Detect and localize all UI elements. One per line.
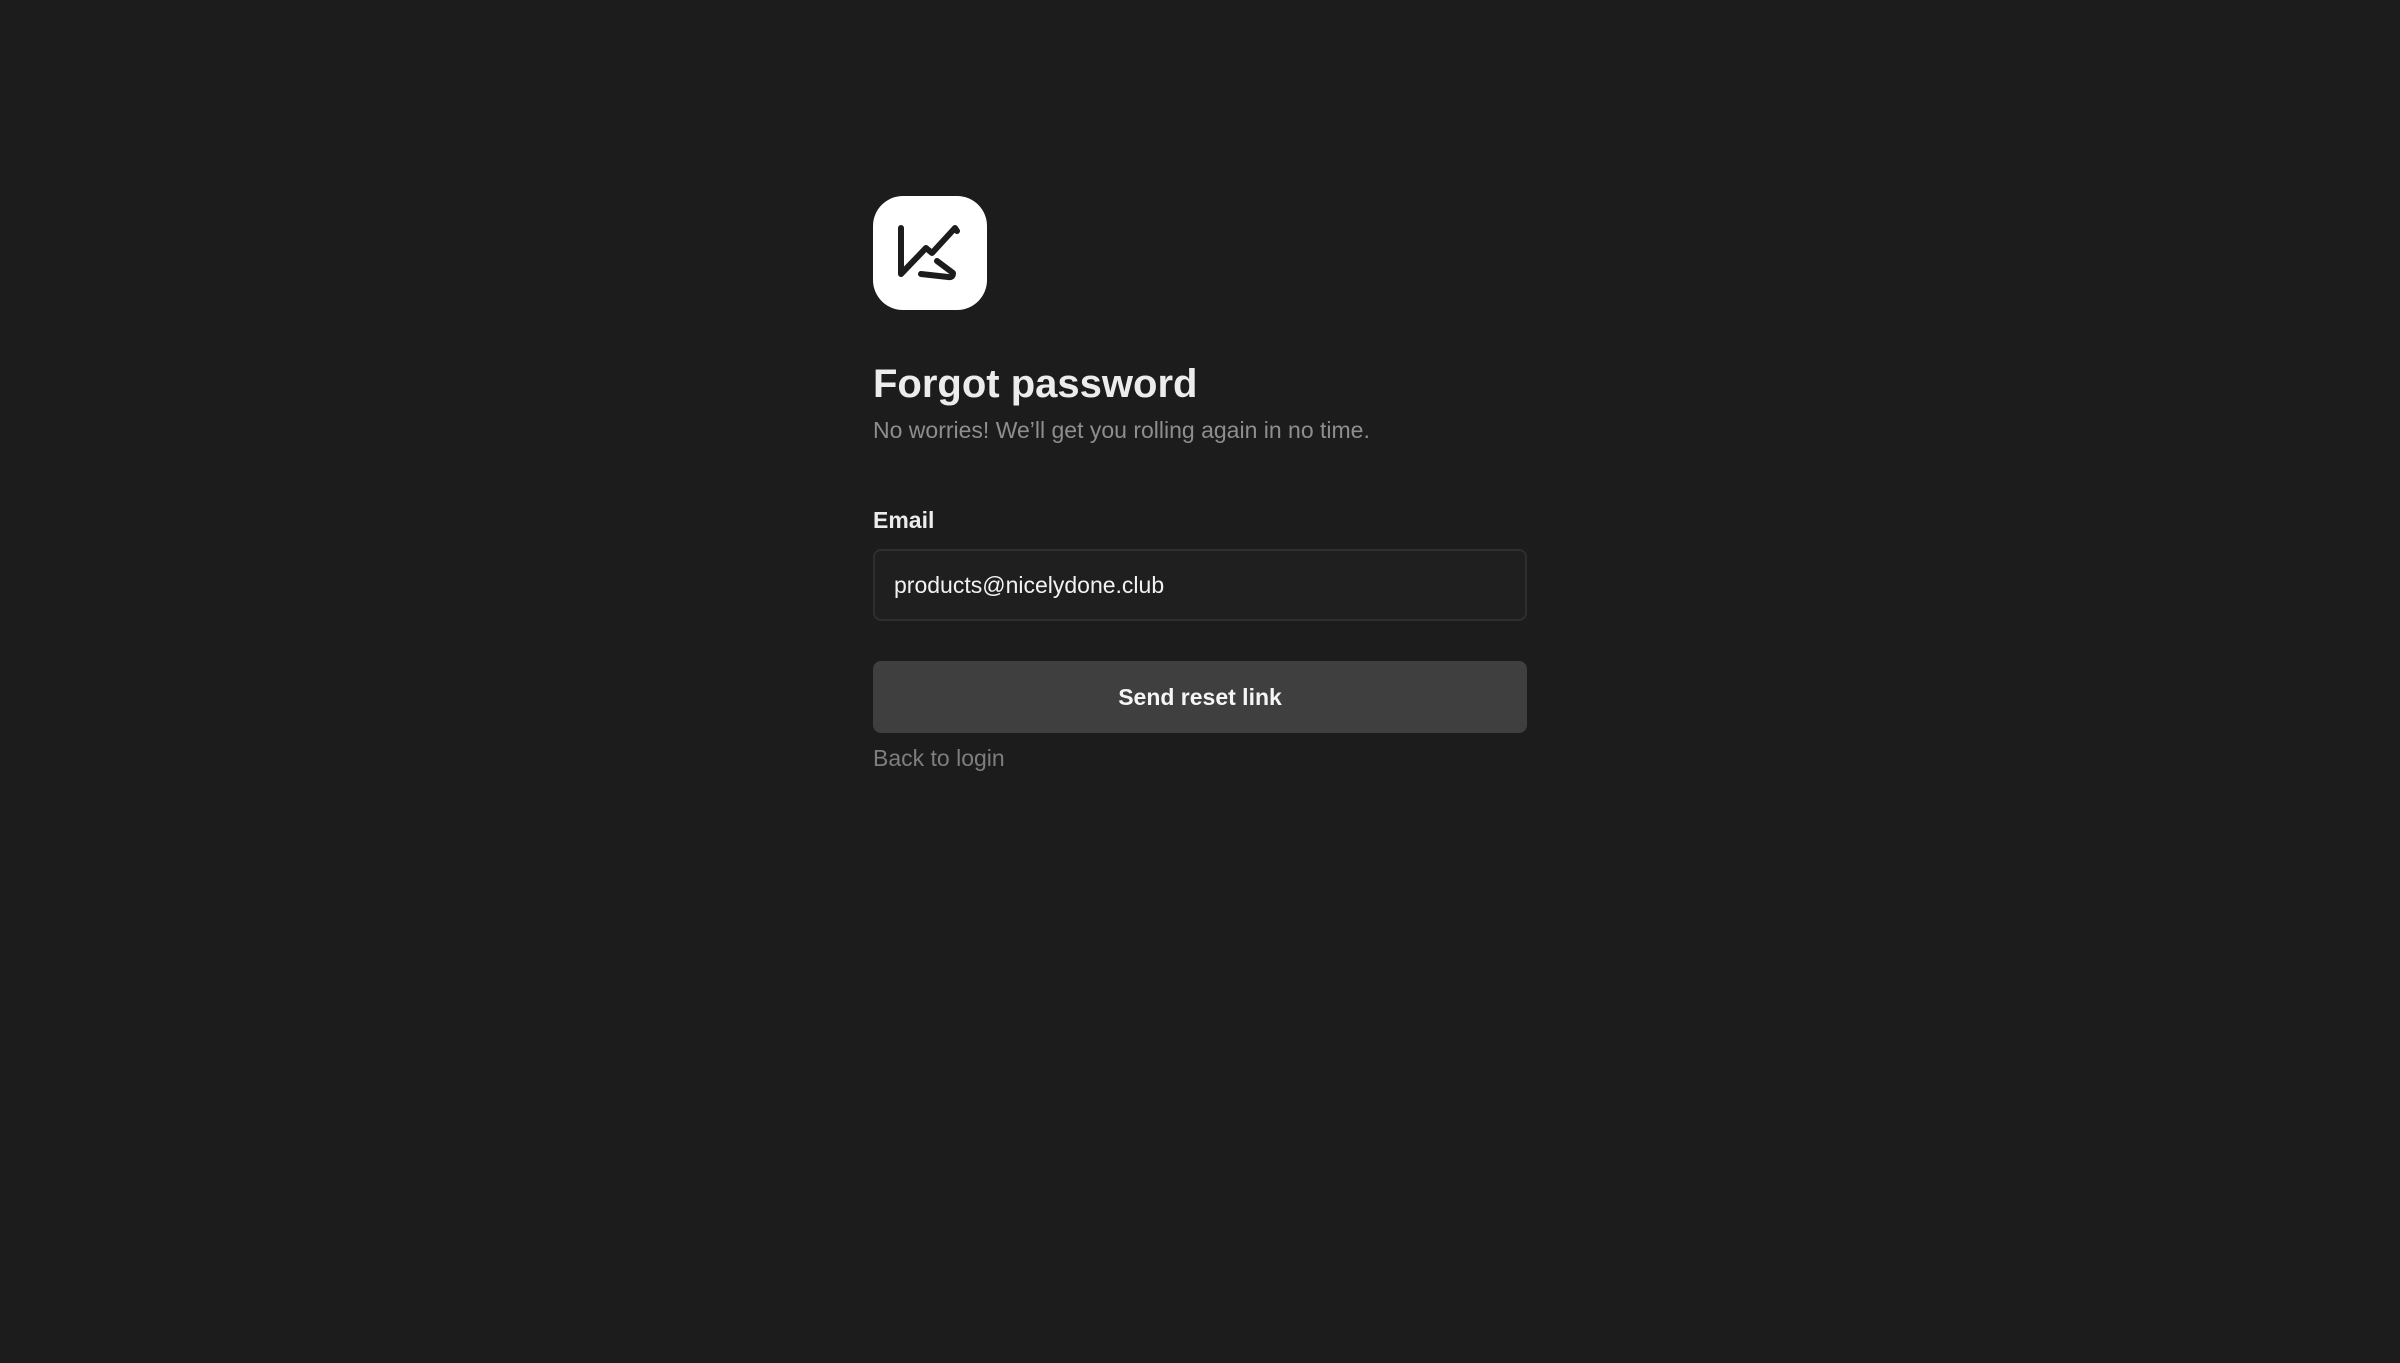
email-label: Email: [873, 507, 935, 533]
page-title: Forgot password: [873, 362, 1198, 406]
send-reset-link-button[interactable]: Send reset link: [873, 661, 1527, 733]
back-to-login-link[interactable]: Back to login: [873, 742, 1005, 774]
brand-logo: [873, 196, 987, 310]
forgot-password-page: Forgot password No worries! We’ll get yo…: [0, 0, 2400, 1363]
email-field[interactable]: [873, 549, 1527, 621]
brand-logo-icon: [898, 225, 960, 281]
page-subtitle: No worries! We’ll get you rolling again …: [873, 417, 1370, 443]
